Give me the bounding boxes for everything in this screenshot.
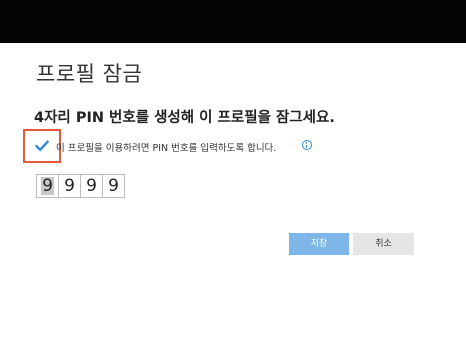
lock-instruction-heading: 4자리 PIN 번호를 생성해 이 프로필을 잠그세요. xyxy=(34,110,335,126)
info-circle-icon[interactable] xyxy=(302,140,312,150)
pin-digit-1[interactable]: 9 xyxy=(36,174,59,198)
lock-profile-checkbox[interactable] xyxy=(34,138,50,154)
checkmark-icon xyxy=(34,140,50,152)
save-button[interactable]: 저장 xyxy=(289,233,349,255)
pin-digit-1-value: 9 xyxy=(41,176,54,196)
pin-digit-3[interactable]: 9 xyxy=(80,174,103,198)
lock-profile-checkbox-label: 이 프로필을 이용하려면 PIN 번호를 입력하도록 합니다. xyxy=(56,143,277,154)
top-bar xyxy=(0,0,466,43)
page-title: 프로필 잠금 xyxy=(36,62,143,86)
pin-input-group: 9 9 9 9 xyxy=(36,174,125,198)
pin-digit-4[interactable]: 9 xyxy=(102,174,125,198)
cancel-button[interactable]: 취소 xyxy=(353,233,414,255)
pin-digit-2[interactable]: 9 xyxy=(58,174,81,198)
